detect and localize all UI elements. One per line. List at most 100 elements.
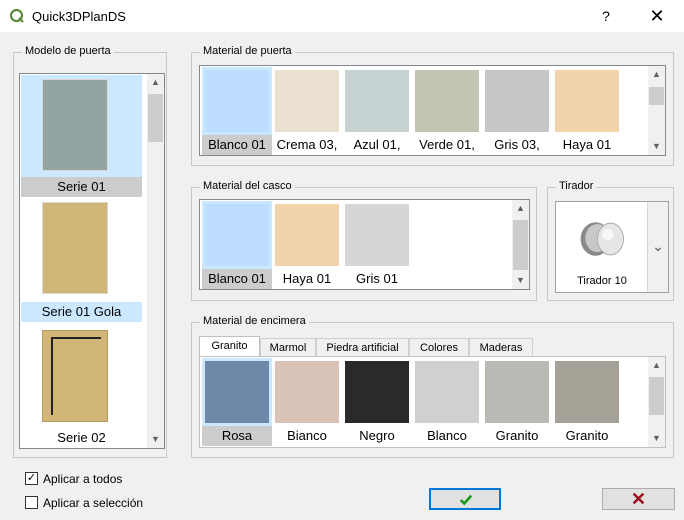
door-material-item[interactable]: Verde 01, bbox=[412, 67, 482, 155]
scroll-thumb[interactable] bbox=[649, 377, 664, 415]
scroll-down-icon[interactable]: ▼ bbox=[648, 138, 665, 155]
apply-selection-checkbox[interactable] bbox=[25, 496, 38, 509]
carcass-material-item[interactable]: Haya 01 bbox=[272, 201, 342, 289]
material-label: Negro bbox=[359, 428, 395, 443]
help-button[interactable]: ? bbox=[594, 8, 618, 26]
material-label: Rosa bbox=[202, 426, 272, 446]
scroll-up-icon[interactable]: ▲ bbox=[648, 357, 665, 374]
handle-name: Tirador 10 bbox=[577, 275, 627, 287]
material-label: Blanco bbox=[427, 428, 467, 443]
material-swatch bbox=[415, 70, 479, 132]
countertop-material-item[interactable]: Blanco bbox=[412, 358, 482, 446]
carcass-material-list[interactable]: Blanco 01 Haya 01 Gris 01 ▲ ▼ bbox=[199, 199, 530, 290]
material-label: Blanco 01 bbox=[202, 135, 272, 155]
door-thumbnail bbox=[42, 79, 108, 171]
door-material-item[interactable]: Blanco 01 bbox=[202, 67, 272, 155]
app-logo-icon bbox=[9, 8, 24, 23]
carcass-material-scrollbar[interactable]: ▲ ▼ bbox=[512, 200, 529, 289]
material-swatch bbox=[555, 361, 619, 423]
door-material-item[interactable]: Crema 03, bbox=[272, 67, 342, 155]
door-material-item[interactable]: Azul 01, bbox=[342, 67, 412, 155]
countertop-material-label: Material de encimera bbox=[200, 315, 309, 327]
countertop-material-item[interactable]: Granito bbox=[482, 358, 552, 446]
title-bar: Quick3DPlanDS ? ✕ bbox=[0, 0, 684, 32]
door-frame-detail bbox=[51, 337, 101, 339]
cross-icon bbox=[632, 492, 645, 505]
tab-colores[interactable]: Colores bbox=[409, 338, 469, 357]
material-label: Verde 01, bbox=[419, 137, 475, 152]
material-swatch bbox=[345, 361, 409, 423]
door-model-item-label: Serie 01 bbox=[21, 177, 142, 197]
material-swatch bbox=[275, 361, 339, 423]
handle-label: Tirador bbox=[556, 180, 597, 192]
countertop-material-scrollbar[interactable]: ▲ ▼ bbox=[648, 357, 665, 447]
material-label: Haya 01 bbox=[282, 271, 332, 286]
door-model-item-label: Serie 02 bbox=[57, 430, 106, 445]
door-model-item-label: Serie 01 Gola bbox=[21, 302, 142, 322]
countertop-material-item[interactable]: Bianco bbox=[272, 358, 342, 446]
carcass-material-item[interactable]: Blanco 01 bbox=[202, 201, 272, 289]
scroll-thumb[interactable] bbox=[148, 94, 163, 142]
material-label: Bianco bbox=[287, 428, 327, 443]
scroll-thumb[interactable] bbox=[513, 220, 528, 270]
ok-button[interactable] bbox=[429, 488, 501, 510]
chevron-down-icon: ⌄ bbox=[652, 238, 664, 254]
material-label: Blanco 01 bbox=[202, 269, 272, 289]
material-label: Gris 01 bbox=[356, 271, 398, 286]
handle-dropdown-button[interactable]: ⌄ bbox=[647, 202, 668, 292]
tab-piedra-artificial[interactable]: Piedra artificial bbox=[316, 338, 409, 357]
material-swatch bbox=[205, 204, 269, 266]
door-material-item[interactable]: Haya 01 bbox=[552, 67, 622, 155]
material-swatch bbox=[205, 70, 269, 132]
countertop-material-item[interactable]: Rosa bbox=[202, 358, 272, 446]
material-label: Crema 03, bbox=[276, 137, 338, 152]
door-material-list[interactable]: Blanco 01 Crema 03, Azul 01, Verde 01, G… bbox=[199, 65, 666, 156]
apply-selection-label: Aplicar a selección bbox=[43, 496, 144, 510]
tab-maderas[interactable]: Maderas bbox=[469, 338, 533, 357]
carcass-material-item[interactable]: Gris 01 bbox=[342, 201, 412, 289]
scroll-up-icon[interactable]: ▲ bbox=[512, 200, 529, 217]
countertop-material-list[interactable]: Rosa Bianco Negro Blanco Granito Granito… bbox=[199, 356, 666, 448]
material-label: Granito bbox=[495, 428, 539, 443]
material-swatch bbox=[345, 204, 409, 266]
material-swatch bbox=[415, 361, 479, 423]
door-model-item[interactable]: Serie 01 Gola bbox=[21, 198, 142, 322]
apply-all-label: Aplicar a todos bbox=[43, 472, 123, 486]
scroll-down-icon[interactable]: ▼ bbox=[648, 430, 665, 447]
tab-marmol[interactable]: Marmol bbox=[260, 338, 316, 357]
scroll-down-icon[interactable]: ▼ bbox=[512, 272, 529, 289]
material-swatch bbox=[485, 70, 549, 132]
material-label: Granito bbox=[565, 428, 609, 443]
countertop-material-item[interactable]: Granito bbox=[552, 358, 622, 446]
material-label: Gris 03, bbox=[494, 137, 540, 152]
door-thumbnail bbox=[42, 330, 108, 422]
material-swatch bbox=[275, 70, 339, 132]
door-model-item[interactable]: Serie 02 bbox=[21, 324, 142, 448]
tab-granito[interactable]: Granito bbox=[199, 336, 260, 358]
door-material-label: Material de puerta bbox=[200, 45, 295, 57]
cancel-button[interactable] bbox=[602, 488, 675, 510]
close-button[interactable]: ✕ bbox=[644, 6, 670, 28]
door-frame-detail bbox=[51, 337, 53, 415]
door-model-scrollbar[interactable]: ▲ ▼ bbox=[147, 74, 164, 448]
scroll-up-icon[interactable]: ▲ bbox=[147, 74, 164, 91]
door-material-scrollbar[interactable]: ▲ ▼ bbox=[648, 66, 665, 155]
material-label: Haya 01 bbox=[562, 137, 612, 152]
material-swatch bbox=[345, 70, 409, 132]
door-model-item[interactable]: Serie 01 bbox=[21, 75, 142, 197]
check-icon bbox=[459, 494, 473, 506]
apply-all-checkbox[interactable]: ✓ bbox=[25, 472, 38, 485]
scroll-up-icon[interactable]: ▲ bbox=[648, 66, 665, 83]
scroll-thumb[interactable] bbox=[649, 87, 664, 105]
handle-selector[interactable]: Tirador 10 ⌄ bbox=[555, 201, 669, 293]
countertop-material-item[interactable]: Negro bbox=[342, 358, 412, 446]
door-thumbnail bbox=[42, 202, 108, 294]
material-swatch bbox=[485, 361, 549, 423]
door-material-item[interactable]: Gris 03, bbox=[482, 67, 552, 155]
window-title: Quick3DPlanDS bbox=[32, 9, 126, 24]
carcass-material-label: Material del casco bbox=[200, 180, 295, 192]
handle-preview: Tirador 10 bbox=[557, 203, 647, 291]
door-model-list[interactable]: Serie 01 Serie 01 Gola Serie 02 ▲ ▼ bbox=[19, 73, 165, 449]
material-swatch bbox=[555, 70, 619, 132]
scroll-down-icon[interactable]: ▼ bbox=[147, 431, 164, 448]
